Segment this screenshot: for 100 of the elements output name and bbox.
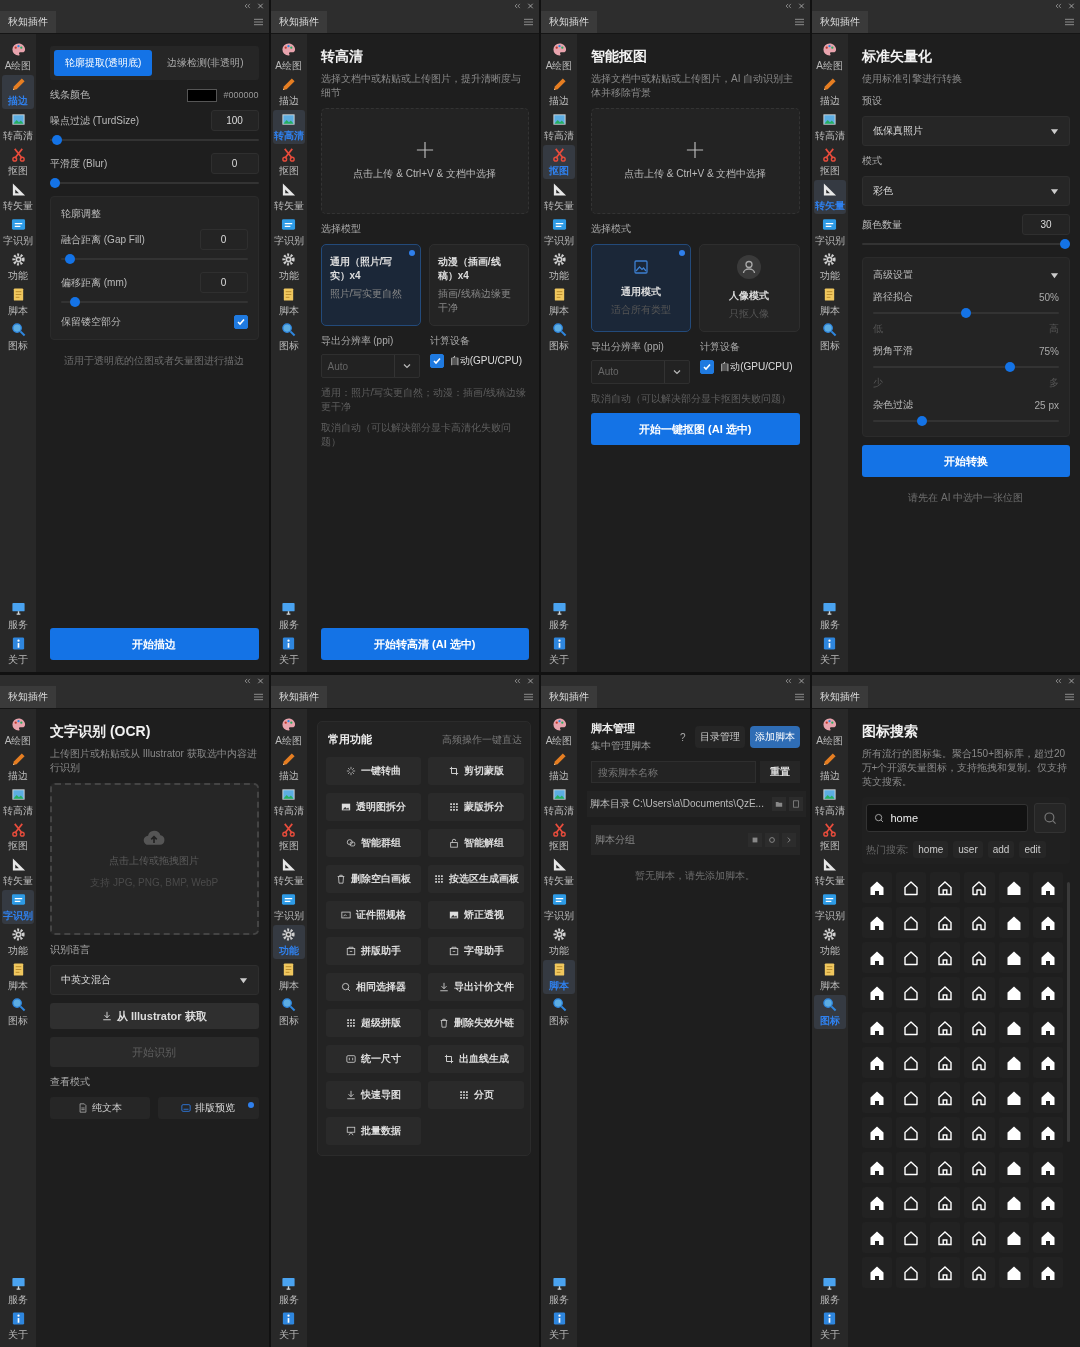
feature-button[interactable]: 字母助手 xyxy=(428,937,524,965)
icon-tile[interactable] xyxy=(930,907,961,938)
close-icon[interactable] xyxy=(527,677,534,684)
sidebar-item[interactable]: 转高清 xyxy=(813,785,846,819)
sidebar-item[interactable]: 服务 xyxy=(543,1274,575,1308)
search-field[interactable]: home xyxy=(865,804,1028,832)
sidebar-item[interactable]: 功能 xyxy=(272,250,305,284)
toolbar-button[interactable]: 目录管理 xyxy=(694,726,745,748)
sidebar-item[interactable]: 图标 xyxy=(543,995,575,1029)
sidebar-item[interactable]: 转矢量 xyxy=(813,855,846,889)
menu-icon[interactable] xyxy=(1065,18,1074,26)
collapse-icon[interactable] xyxy=(514,677,521,684)
square-icon[interactable] xyxy=(747,833,762,847)
panel-tab[interactable]: 秋知插件 xyxy=(541,686,597,708)
icon-tile[interactable] xyxy=(998,1117,1029,1148)
icon-tile[interactable] xyxy=(1032,1222,1063,1253)
icon-tile[interactable] xyxy=(1032,1152,1063,1183)
icon-tile[interactable] xyxy=(964,872,995,903)
slider-thumb[interactable] xyxy=(69,297,80,307)
slider[interactable] xyxy=(872,416,1059,426)
sidebar-item[interactable]: 脚本 xyxy=(272,285,305,319)
icon-tile[interactable] xyxy=(861,1047,892,1078)
icon-tile[interactable] xyxy=(964,907,995,938)
feature-button[interactable]: 智能解组 xyxy=(428,829,524,857)
icon-tile[interactable] xyxy=(930,1222,961,1253)
sidebar-item[interactable]: 关于 xyxy=(2,1309,34,1343)
dropdown[interactable]: 中英文混合 xyxy=(50,965,259,995)
feature-button[interactable]: 拼版助手 xyxy=(325,937,422,965)
sidebar-item[interactable]: 脚本 xyxy=(2,285,34,319)
sidebar-item[interactable]: 图标 xyxy=(543,320,575,354)
slider[interactable] xyxy=(861,239,1070,249)
sidebar-item[interactable]: 关于 xyxy=(272,1309,305,1343)
icon-tile[interactable] xyxy=(930,1082,961,1113)
number-field[interactable]: 30 xyxy=(1022,214,1070,235)
sidebar-item[interactable]: 脚本 xyxy=(543,285,575,319)
sidebar-item[interactable]: 抠图 xyxy=(2,145,34,179)
icon-tile[interactable] xyxy=(1032,872,1063,903)
panel-tab[interactable]: 秋知插件 xyxy=(811,686,868,708)
collapse-icon[interactable] xyxy=(1055,677,1062,684)
icon-tile[interactable] xyxy=(895,907,926,938)
menu-icon[interactable] xyxy=(524,18,533,26)
sidebar-item[interactable]: 图标 xyxy=(2,320,34,354)
menu-icon[interactable] xyxy=(794,18,804,26)
slider[interactable] xyxy=(61,254,248,264)
action-button[interactable]: 开始转高清 (AI 选中) xyxy=(320,628,529,660)
sidebar-item[interactable]: 抠图 xyxy=(272,145,305,179)
feature-button[interactable]: 证件照规格 xyxy=(325,901,422,929)
icon-tile[interactable] xyxy=(895,1152,926,1183)
sidebar-item[interactable]: 关于 xyxy=(813,1309,846,1343)
icon-tile[interactable] xyxy=(998,1012,1029,1043)
icon-tile[interactable] xyxy=(930,977,961,1008)
sidebar-item[interactable]: 转高清 xyxy=(272,785,305,819)
icon-tile[interactable] xyxy=(861,1257,892,1288)
sidebar-item[interactable]: 描边 xyxy=(543,75,575,109)
view-mode-button[interactable]: 排版预览 xyxy=(158,1097,259,1119)
panel-tab[interactable]: 秋知插件 xyxy=(811,11,868,33)
sidebar-item[interactable]: 字识别 xyxy=(543,890,575,924)
sidebar-item[interactable]: 服务 xyxy=(2,599,34,633)
sidebar-item[interactable]: 转矢量 xyxy=(2,180,34,214)
toolbar-button[interactable]: 添加脚本 xyxy=(749,726,800,748)
sidebar-item[interactable]: 服务 xyxy=(543,599,575,633)
icon-tile[interactable] xyxy=(895,1117,926,1148)
sidebar-item[interactable]: 描边 xyxy=(272,75,305,109)
close-icon[interactable] xyxy=(797,2,805,9)
sidebar-item[interactable]: A绘图 xyxy=(2,40,34,74)
sidebar-item[interactable]: 服务 xyxy=(2,1274,34,1308)
feature-button[interactable]: 超级拼版 xyxy=(325,1009,422,1037)
feature-button[interactable]: 导出计价文件 xyxy=(428,973,524,1001)
tab[interactable]: 边缘检测(非透明) xyxy=(156,50,255,76)
icon-tile[interactable] xyxy=(1032,1047,1063,1078)
panel-tab[interactable]: 秋知插件 xyxy=(270,11,327,33)
feature-button[interactable]: 按选区生成画板 xyxy=(428,865,524,893)
sidebar-item[interactable]: A绘图 xyxy=(272,40,305,74)
menu-icon[interactable] xyxy=(253,18,263,26)
close-icon[interactable] xyxy=(527,2,534,9)
icon-tile[interactable] xyxy=(1032,1257,1063,1288)
icon-tile[interactable] xyxy=(930,1152,961,1183)
sidebar-item[interactable]: 服务 xyxy=(813,1274,846,1308)
sidebar-item[interactable]: 服务 xyxy=(272,1274,305,1308)
icon-tile[interactable] xyxy=(930,1047,961,1078)
checkbox[interactable] xyxy=(429,354,444,368)
sidebar-item[interactable]: 图标 xyxy=(272,320,305,354)
sidebar-item[interactable]: 抠图 xyxy=(543,820,575,854)
slider-thumb[interactable] xyxy=(1004,362,1015,372)
sidebar-item[interactable]: 抠图 xyxy=(2,820,34,854)
icon-tile[interactable] xyxy=(930,1187,961,1218)
feature-button[interactable]: 删除空白画板 xyxy=(325,865,422,893)
panel-tab[interactable]: 秋知插件 xyxy=(541,11,597,33)
sidebar-item[interactable]: 关于 xyxy=(543,1309,575,1343)
slider[interactable] xyxy=(50,178,259,188)
feature-button[interactable]: 分页 xyxy=(428,1081,524,1109)
icon-tile[interactable] xyxy=(998,907,1029,938)
sidebar-item[interactable]: 描边 xyxy=(2,750,34,784)
sidebar-item[interactable]: 功能 xyxy=(543,250,575,284)
collapse-icon[interactable] xyxy=(784,2,792,9)
slider-thumb[interactable] xyxy=(960,308,971,318)
icon-tile[interactable] xyxy=(861,1117,892,1148)
number-field[interactable]: 0 xyxy=(210,153,259,174)
icon-tile[interactable] xyxy=(861,1082,892,1113)
sidebar-item[interactable]: 关于 xyxy=(543,634,575,668)
